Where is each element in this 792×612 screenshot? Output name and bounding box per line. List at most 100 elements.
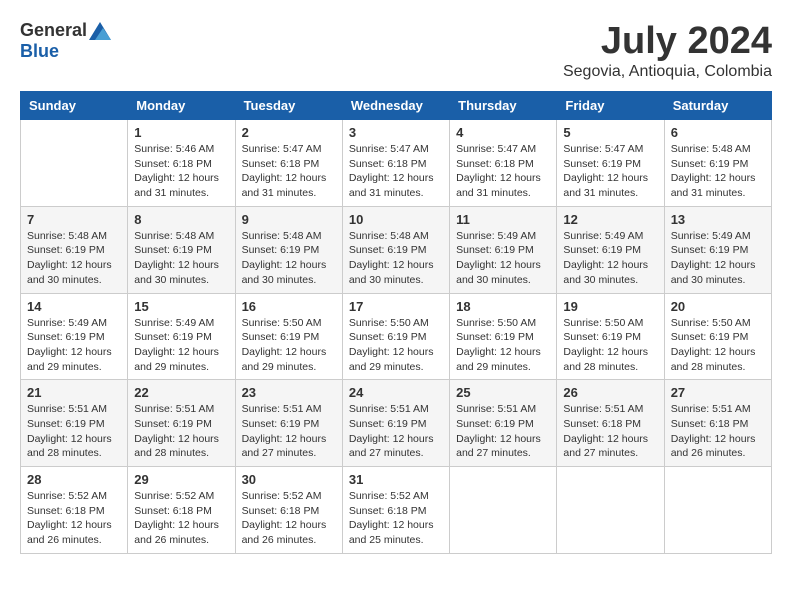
day-info: Sunrise: 5:51 AM Sunset: 6:19 PM Dayligh… — [242, 402, 336, 461]
day-info: Sunrise: 5:52 AM Sunset: 6:18 PM Dayligh… — [349, 489, 443, 548]
day-info: Sunrise: 5:48 AM Sunset: 6:19 PM Dayligh… — [134, 229, 228, 288]
day-number: 9 — [242, 212, 336, 227]
calendar-cell: 14Sunrise: 5:49 AM Sunset: 6:19 PM Dayli… — [21, 293, 128, 380]
day-info: Sunrise: 5:51 AM Sunset: 6:19 PM Dayligh… — [27, 402, 121, 461]
calendar-cell: 15 Sunrise: 5:49 AM Sunset: 6:19 PM Dayli… — [128, 293, 235, 380]
calendar-cell: 26 Sunrise: 5:51 AM Sunset: 6:18 PM Dayli… — [557, 380, 664, 467]
day-info: Sunrise: 5:50 AM Sunset: 6:19 PM Dayligh… — [563, 316, 657, 375]
calendar-cell: 19 Sunrise: 5:50 AM Sunset: 6:19 PM Dayli… — [557, 293, 664, 380]
day-number: 29 — [134, 472, 228, 487]
calendar-week-row: 7 Sunrise: 5:48 AM Sunset: 6:19 PM Daylig… — [21, 206, 772, 293]
day-number: 6 — [671, 125, 765, 140]
day-number: 27 — [671, 385, 765, 400]
day-info: Sunrise: 5:47 AM Sunset: 6:19 PM Dayligh… — [563, 142, 657, 201]
day-number: 4 — [456, 125, 550, 140]
calendar-cell: 24 Sunrise: 5:51 AM Sunset: 6:19 PM Dayli… — [342, 380, 449, 467]
calendar-header-tuesday: Tuesday — [235, 92, 342, 120]
day-number: 28 — [27, 472, 121, 487]
calendar-cell: 12Sunrise: 5:49 AM Sunset: 6:19 PM Dayli… — [557, 206, 664, 293]
calendar-cell: 30 Sunrise: 5:52 AM Sunset: 6:18 PM Dayli… — [235, 467, 342, 554]
calendar-cell: 4 Sunrise: 5:47 AM Sunset: 6:18 PM Daylig… — [450, 120, 557, 207]
calendar-cell: 23 Sunrise: 5:51 AM Sunset: 6:19 PM Dayli… — [235, 380, 342, 467]
calendar-cell: 20 Sunrise: 5:50 AM Sunset: 6:19 PM Dayli… — [664, 293, 771, 380]
calendar-cell: 5 Sunrise: 5:47 AM Sunset: 6:19 PM Daylig… — [557, 120, 664, 207]
day-number: 5 — [563, 125, 657, 140]
calendar-header-sunday: Sunday — [21, 92, 128, 120]
calendar-cell: 6 Sunrise: 5:48 AM Sunset: 6:19 PM Daylig… — [664, 120, 771, 207]
day-number: 19 — [563, 299, 657, 314]
logo-general-text: General — [20, 20, 87, 41]
logo-blue-text: Blue — [20, 41, 59, 62]
calendar-cell: 13 Sunrise: 5:49 AM Sunset: 6:19 PM Dayli… — [664, 206, 771, 293]
day-number: 17 — [349, 299, 443, 314]
day-number: 1 — [134, 125, 228, 140]
day-info: Sunrise: 5:51 AM Sunset: 6:18 PM Dayligh… — [563, 402, 657, 461]
day-info: Sunrise: 5:49 AM Sunset: 6:19 PM Dayligh… — [671, 229, 765, 288]
calendar-cell: 27 Sunrise: 5:51 AM Sunset: 6:18 PM Dayli… — [664, 380, 771, 467]
calendar-header-friday: Friday — [557, 92, 664, 120]
calendar-cell: 28 Sunrise: 5:52 AM Sunset: 6:18 PM Dayli… — [21, 467, 128, 554]
day-info: Sunrise: 5:47 AM Sunset: 6:18 PM Dayligh… — [242, 142, 336, 201]
day-info: Sunrise: 5:52 AM Sunset: 6:18 PM Dayligh… — [27, 489, 121, 548]
day-number: 18 — [456, 299, 550, 314]
day-number: 16 — [242, 299, 336, 314]
calendar-header-row: SundayMondayTuesdayWednesdayThursdayFrid… — [21, 92, 772, 120]
day-info: Sunrise: 5:51 AM Sunset: 6:18 PM Dayligh… — [671, 402, 765, 461]
day-info: Sunrise: 5:46 AM Sunset: 6:18 PM Dayligh… — [134, 142, 228, 201]
calendar-header-thursday: Thursday — [450, 92, 557, 120]
day-number: 25 — [456, 385, 550, 400]
day-number: 2 — [242, 125, 336, 140]
calendar-cell — [21, 120, 128, 207]
day-number: 30 — [242, 472, 336, 487]
day-number: 23 — [242, 385, 336, 400]
day-number: 22 — [134, 385, 228, 400]
day-info: Sunrise: 5:48 AM Sunset: 6:19 PM Dayligh… — [671, 142, 765, 201]
day-number: 24 — [349, 385, 443, 400]
day-number: 8 — [134, 212, 228, 227]
day-info: Sunrise: 5:52 AM Sunset: 6:18 PM Dayligh… — [242, 489, 336, 548]
day-number: 3 — [349, 125, 443, 140]
day-info: Sunrise: 5:50 AM Sunset: 6:19 PM Dayligh… — [671, 316, 765, 375]
day-info: Sunrise: 5:47 AM Sunset: 6:18 PM Dayligh… — [456, 142, 550, 201]
day-number: 10 — [349, 212, 443, 227]
day-info: Sunrise: 5:51 AM Sunset: 6:19 PM Dayligh… — [349, 402, 443, 461]
day-number: 20 — [671, 299, 765, 314]
month-year-title: July 2024 — [563, 20, 772, 63]
day-info: Sunrise: 5:49 AM Sunset: 6:19 PM Dayligh… — [456, 229, 550, 288]
day-info: Sunrise: 5:47 AM Sunset: 6:18 PM Dayligh… — [349, 142, 443, 201]
day-info: Sunrise: 5:49 AM Sunset: 6:19 PM Dayligh… — [563, 229, 657, 288]
calendar-cell: 7 Sunrise: 5:48 AM Sunset: 6:19 PM Daylig… — [21, 206, 128, 293]
calendar-cell: 2 Sunrise: 5:47 AM Sunset: 6:18 PM Daylig… — [235, 120, 342, 207]
logo: General Blue — [20, 20, 111, 62]
day-number: 11 — [456, 212, 550, 227]
logo-icon — [89, 22, 111, 40]
day-info: Sunrise: 5:50 AM Sunset: 6:19 PM Dayligh… — [349, 316, 443, 375]
day-info: Sunrise: 5:48 AM Sunset: 6:19 PM Dayligh… — [242, 229, 336, 288]
calendar-cell: 25 Sunrise: 5:51 AM Sunset: 6:19 PM Dayli… — [450, 380, 557, 467]
calendar-week-row: 14Sunrise: 5:49 AM Sunset: 6:19 PM Dayli… — [21, 293, 772, 380]
location-subtitle: Segovia, Antioquia, Colombia — [563, 63, 772, 81]
calendar-header-monday: Monday — [128, 92, 235, 120]
calendar-cell: 1 Sunrise: 5:46 AM Sunset: 6:18 PM Daylig… — [128, 120, 235, 207]
day-number: 15 — [134, 299, 228, 314]
calendar-header-wednesday: Wednesday — [342, 92, 449, 120]
title-area: July 2024 Segovia, Antioquia, Colombia — [563, 20, 772, 81]
day-number: 26 — [563, 385, 657, 400]
day-info: Sunrise: 5:48 AM Sunset: 6:19 PM Dayligh… — [27, 229, 121, 288]
day-info: Sunrise: 5:50 AM Sunset: 6:19 PM Dayligh… — [456, 316, 550, 375]
day-info: Sunrise: 5:52 AM Sunset: 6:18 PM Dayligh… — [134, 489, 228, 548]
day-info: Sunrise: 5:49 AM Sunset: 6:19 PM Dayligh… — [27, 316, 121, 375]
day-number: 21 — [27, 385, 121, 400]
day-info: Sunrise: 5:48 AM Sunset: 6:19 PM Dayligh… — [349, 229, 443, 288]
calendar-cell: 10 Sunrise: 5:48 AM Sunset: 6:19 PM Dayli… — [342, 206, 449, 293]
day-info: Sunrise: 5:51 AM Sunset: 6:19 PM Dayligh… — [134, 402, 228, 461]
calendar-cell: 8 Sunrise: 5:48 AM Sunset: 6:19 PM Daylig… — [128, 206, 235, 293]
day-info: Sunrise: 5:51 AM Sunset: 6:19 PM Dayligh… — [456, 402, 550, 461]
day-info: Sunrise: 5:50 AM Sunset: 6:19 PM Dayligh… — [242, 316, 336, 375]
calendar-week-row: 21 Sunrise: 5:51 AM Sunset: 6:19 PM Dayli… — [21, 380, 772, 467]
calendar-header-saturday: Saturday — [664, 92, 771, 120]
calendar-cell — [664, 467, 771, 554]
day-number: 7 — [27, 212, 121, 227]
day-info: Sunrise: 5:49 AM Sunset: 6:19 PM Dayligh… — [134, 316, 228, 375]
day-number: 13 — [671, 212, 765, 227]
